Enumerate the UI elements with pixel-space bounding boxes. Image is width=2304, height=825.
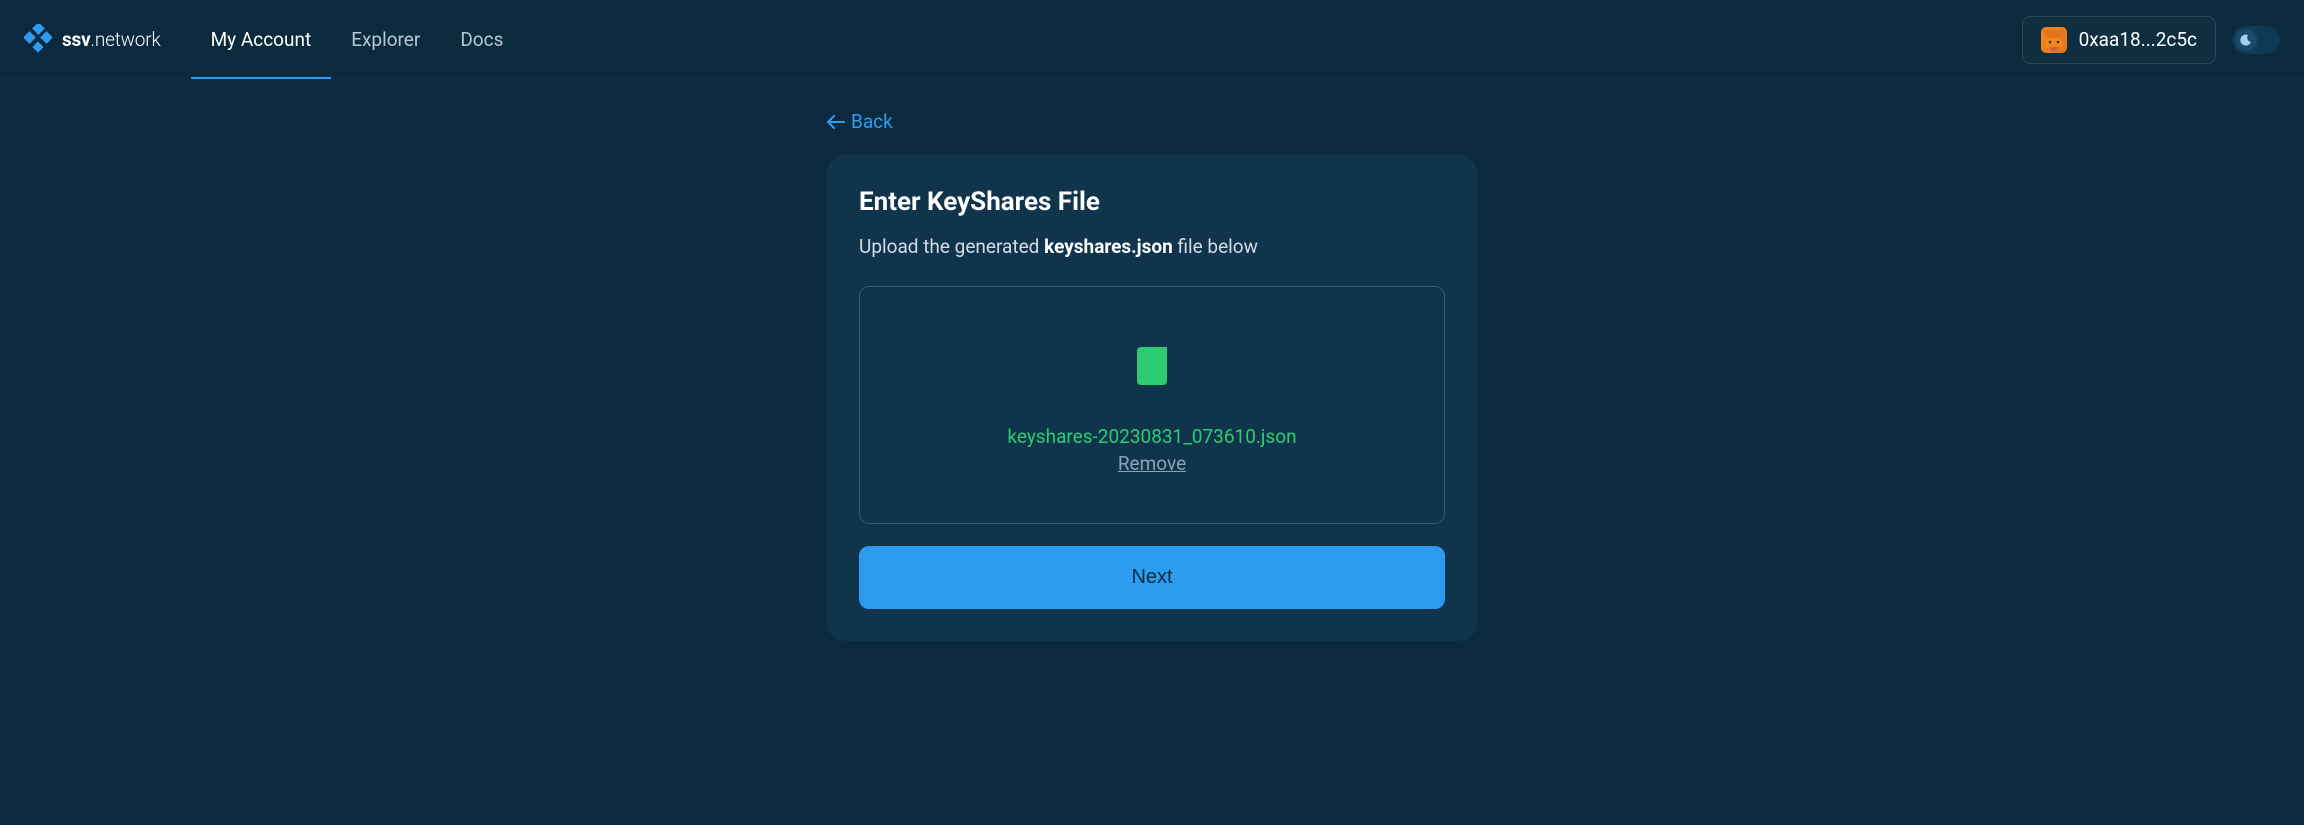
- nav-explorer[interactable]: Explorer: [331, 0, 440, 79]
- nav-my-account[interactable]: My Account: [191, 0, 332, 79]
- uploaded-file-name: keyshares-20230831_073610.json: [1007, 425, 1296, 448]
- card-title: Enter KeyShares File: [859, 187, 1445, 217]
- wallet-address: 0xaa18...2c5c: [2079, 28, 2197, 51]
- nav: My Account Explorer Docs: [191, 0, 524, 79]
- logo-text: ssv.network: [62, 28, 161, 51]
- header-left: ssv.network My Account Explorer Docs: [24, 0, 523, 79]
- logo[interactable]: ssv.network: [24, 24, 161, 56]
- next-button-label: Next: [1131, 566, 1172, 588]
- wallet-button[interactable]: 0xaa18...2c5c: [2022, 16, 2216, 64]
- nav-docs[interactable]: Docs: [440, 0, 523, 79]
- nav-label: Explorer: [351, 28, 420, 51]
- metamask-icon: [2041, 27, 2067, 53]
- keyshares-card: Enter KeyShares File Upload the generate…: [827, 155, 1477, 641]
- card-description: Upload the generated keyshares.json file…: [859, 235, 1445, 258]
- theme-toggle[interactable]: [2232, 26, 2280, 54]
- back-link[interactable]: Back: [827, 110, 1477, 133]
- content: Back Enter KeyShares File Upload the gen…: [827, 110, 1477, 641]
- file-icon: [1137, 347, 1167, 385]
- back-label: Back: [851, 110, 893, 133]
- next-button[interactable]: Next: [859, 546, 1445, 609]
- arrow-left-icon: [827, 115, 845, 129]
- header-right: 0xaa18...2c5c: [2022, 16, 2280, 64]
- theme-knob: [2235, 29, 2257, 51]
- header: ssv.network My Account Explorer Docs: [0, 0, 2304, 80]
- main: Back Enter KeyShares File Upload the gen…: [0, 80, 2304, 641]
- remove-file-link[interactable]: Remove: [1118, 452, 1186, 475]
- nav-label: Docs: [460, 28, 503, 51]
- nav-label: My Account: [211, 28, 312, 51]
- ssv-logo-icon: [24, 24, 52, 56]
- moon-icon: [2240, 34, 2252, 46]
- file-dropzone[interactable]: keyshares-20230831_073610.json Remove: [859, 286, 1445, 524]
